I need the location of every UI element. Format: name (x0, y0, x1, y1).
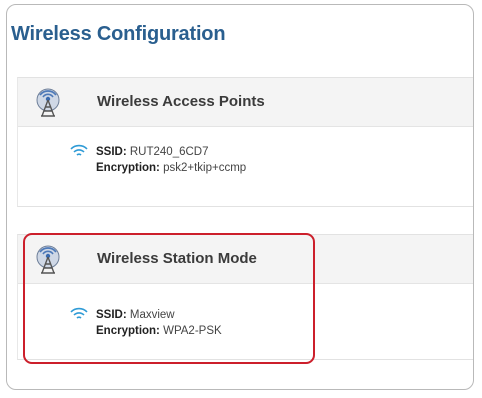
encryption-row: Encryption: psk2+tkip+ccmp (96, 160, 246, 176)
access-points-header: Wireless Access Points (18, 78, 473, 127)
antenna-tower-icon (32, 87, 64, 119)
wifi-icon (70, 144, 88, 158)
access-points-section: Wireless Access Points SSID: RUT240_6CD7… (17, 77, 473, 207)
page-title: Wireless Configuration (11, 23, 226, 45)
ssid-label: SSID: (96, 146, 127, 158)
access-points-title: Wireless Access Points (97, 93, 265, 110)
ssid-row: SSID: RUT240_6CD7 (96, 144, 246, 160)
ssid-value: RUT240_6CD7 (129, 146, 209, 158)
encryption-label: Encryption: (96, 162, 160, 174)
access-point-entry[interactable]: SSID: RUT240_6CD7 Encryption: psk2+tkip+… (70, 144, 246, 176)
station-mode-highlight (23, 233, 315, 364)
encryption-value: psk2+tkip+ccmp (163, 162, 247, 174)
